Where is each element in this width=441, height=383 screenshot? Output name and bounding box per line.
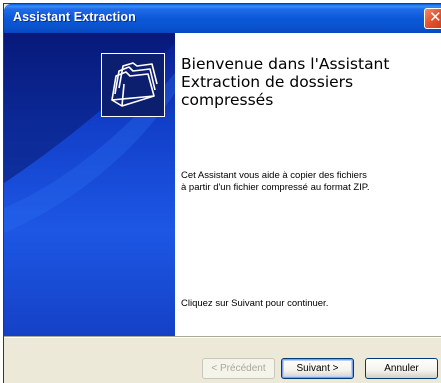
compressed-folder-icon [101, 53, 165, 117]
wizard-description: Cet Assistant vous aide à copier des fic… [181, 170, 370, 193]
close-button[interactable]: ✕ [424, 8, 441, 29]
cancel-button[interactable]: Annuler [365, 358, 438, 379]
next-button[interactable]: Suivant > [281, 358, 354, 379]
button-separator [4, 336, 441, 338]
wizard-content: Bienvenue dans l'Assistant Extraction de… [175, 33, 441, 336]
previous-button[interactable]: < Précédent [202, 358, 275, 379]
window-title: Assistant Extraction [13, 10, 136, 24]
close-icon: ✕ [429, 8, 441, 26]
wizard-heading: Bienvenue dans l'Assistant Extraction de… [181, 55, 390, 109]
wizard-window: Assistant Extraction ✕ Bienvenue dans l'… [3, 3, 441, 383]
title-bar[interactable]: Assistant Extraction ✕ [4, 4, 441, 33]
continue-instruction: Cliquez sur Suivant pour continuer. [181, 298, 329, 309]
wizard-banner [4, 33, 175, 336]
